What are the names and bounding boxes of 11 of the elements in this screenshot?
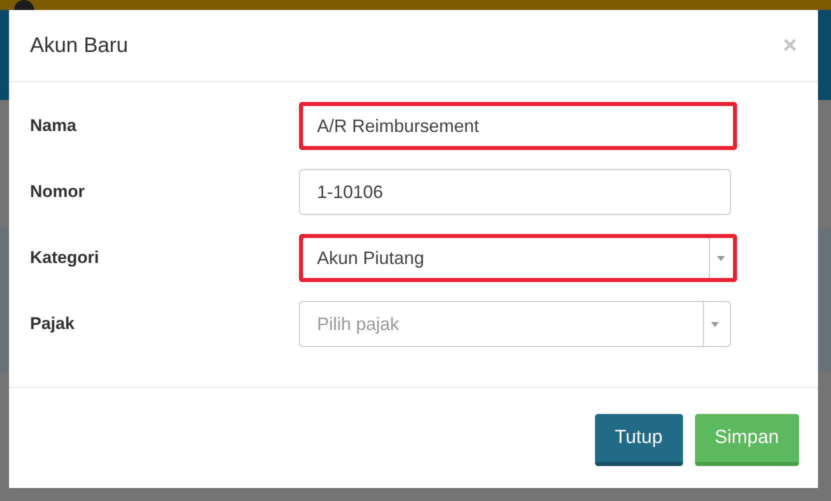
field-label: Nomor bbox=[30, 181, 86, 204]
input-field[interactable]: 1-10106 bbox=[299, 169, 731, 215]
field-label: Nama bbox=[30, 115, 78, 138]
field-label: Pajak bbox=[30, 313, 76, 336]
select-field[interactable]: Akun Piutang bbox=[299, 234, 737, 282]
caret-icon bbox=[710, 322, 718, 326]
caret-icon bbox=[716, 256, 724, 260]
close-button[interactable]: Tutup bbox=[594, 414, 683, 466]
dialog-title: Akun Baru bbox=[30, 32, 128, 59]
field-label: Kategori bbox=[30, 247, 100, 270]
input-field[interactable]: A/R Reimbursement bbox=[299, 102, 737, 150]
